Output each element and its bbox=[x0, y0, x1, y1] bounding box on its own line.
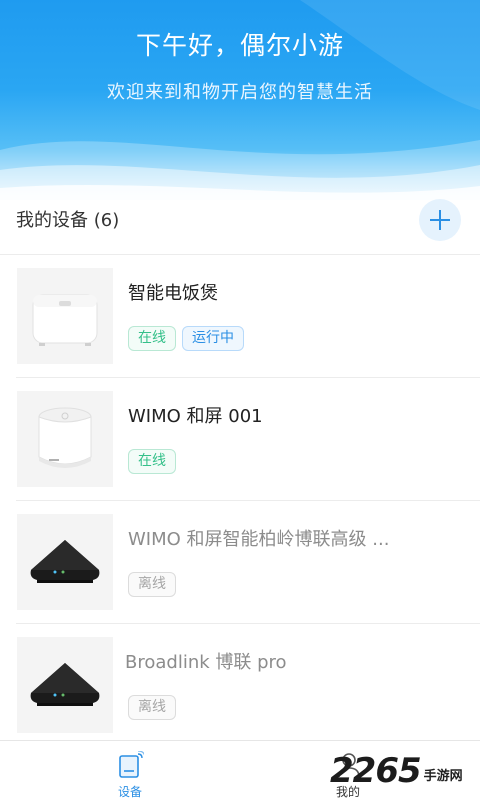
header-banner: 下午好，偶尔小游 欢迎来到和物开启您的智慧生活 bbox=[0, 0, 480, 200]
online-badge: 在线 bbox=[128, 326, 176, 351]
running-badge: 运行中 bbox=[182, 326, 244, 351]
online-badge: 在线 bbox=[128, 449, 176, 474]
status-badges: 离线 bbox=[128, 572, 176, 597]
add-device-button[interactable] bbox=[419, 199, 461, 241]
watermark-number: 2265 bbox=[330, 751, 422, 791]
status-badges: 在线 bbox=[128, 449, 176, 474]
device-name: Broadlink 博联 pro bbox=[125, 652, 287, 673]
device-item-wimo-broadlink[interactable]: WIMO 和屏智能柏岭博联高级 ... 离线 bbox=[16, 501, 480, 624]
device-item-wimo-001[interactable]: WIMO 和屏 001 在线 bbox=[16, 378, 480, 501]
my-devices-title: 我的设备 (6) bbox=[16, 210, 120, 231]
broadlink-hub-image bbox=[17, 637, 113, 733]
device-item-rice-cooker[interactable]: 智能电饭煲 在线 运行中 bbox=[16, 255, 480, 378]
broadlink-hub-image bbox=[17, 514, 113, 610]
device-name: 智能电饭煲 bbox=[128, 283, 218, 304]
wimo-speaker-image bbox=[17, 391, 113, 487]
status-badges: 在线 运行中 bbox=[128, 326, 244, 351]
status-badges: 离线 bbox=[128, 695, 176, 720]
offline-badge: 离线 bbox=[128, 695, 176, 720]
device-item-broadlink-pro[interactable]: Broadlink 博联 pro 离线 bbox=[16, 624, 480, 747]
device-tab-icon bbox=[119, 751, 144, 778]
device-name: WIMO 和屏智能柏岭博联高级 ... bbox=[128, 529, 390, 550]
site-watermark: 2265 手游网 bbox=[330, 752, 463, 788]
offline-badge: 离线 bbox=[128, 572, 176, 597]
device-list: 智能电饭煲 在线 运行中 WIMO 和屏 001 在线 WIMO 和屏智能柏岭博… bbox=[0, 255, 480, 747]
device-name: WIMO 和屏 001 bbox=[128, 406, 263, 427]
watermark-text: 手游网 bbox=[423, 769, 463, 784]
nav-label-devices: 设备 bbox=[117, 785, 142, 799]
greeting-text: 下午好，偶尔小游 bbox=[135, 31, 344, 60]
welcome-text: 欢迎来到和物开启您的智慧生活 bbox=[107, 82, 373, 103]
nav-tab-devices[interactable]: 设备 bbox=[70, 741, 190, 800]
rice-cooker-image bbox=[17, 268, 113, 364]
plus-icon bbox=[430, 210, 450, 230]
